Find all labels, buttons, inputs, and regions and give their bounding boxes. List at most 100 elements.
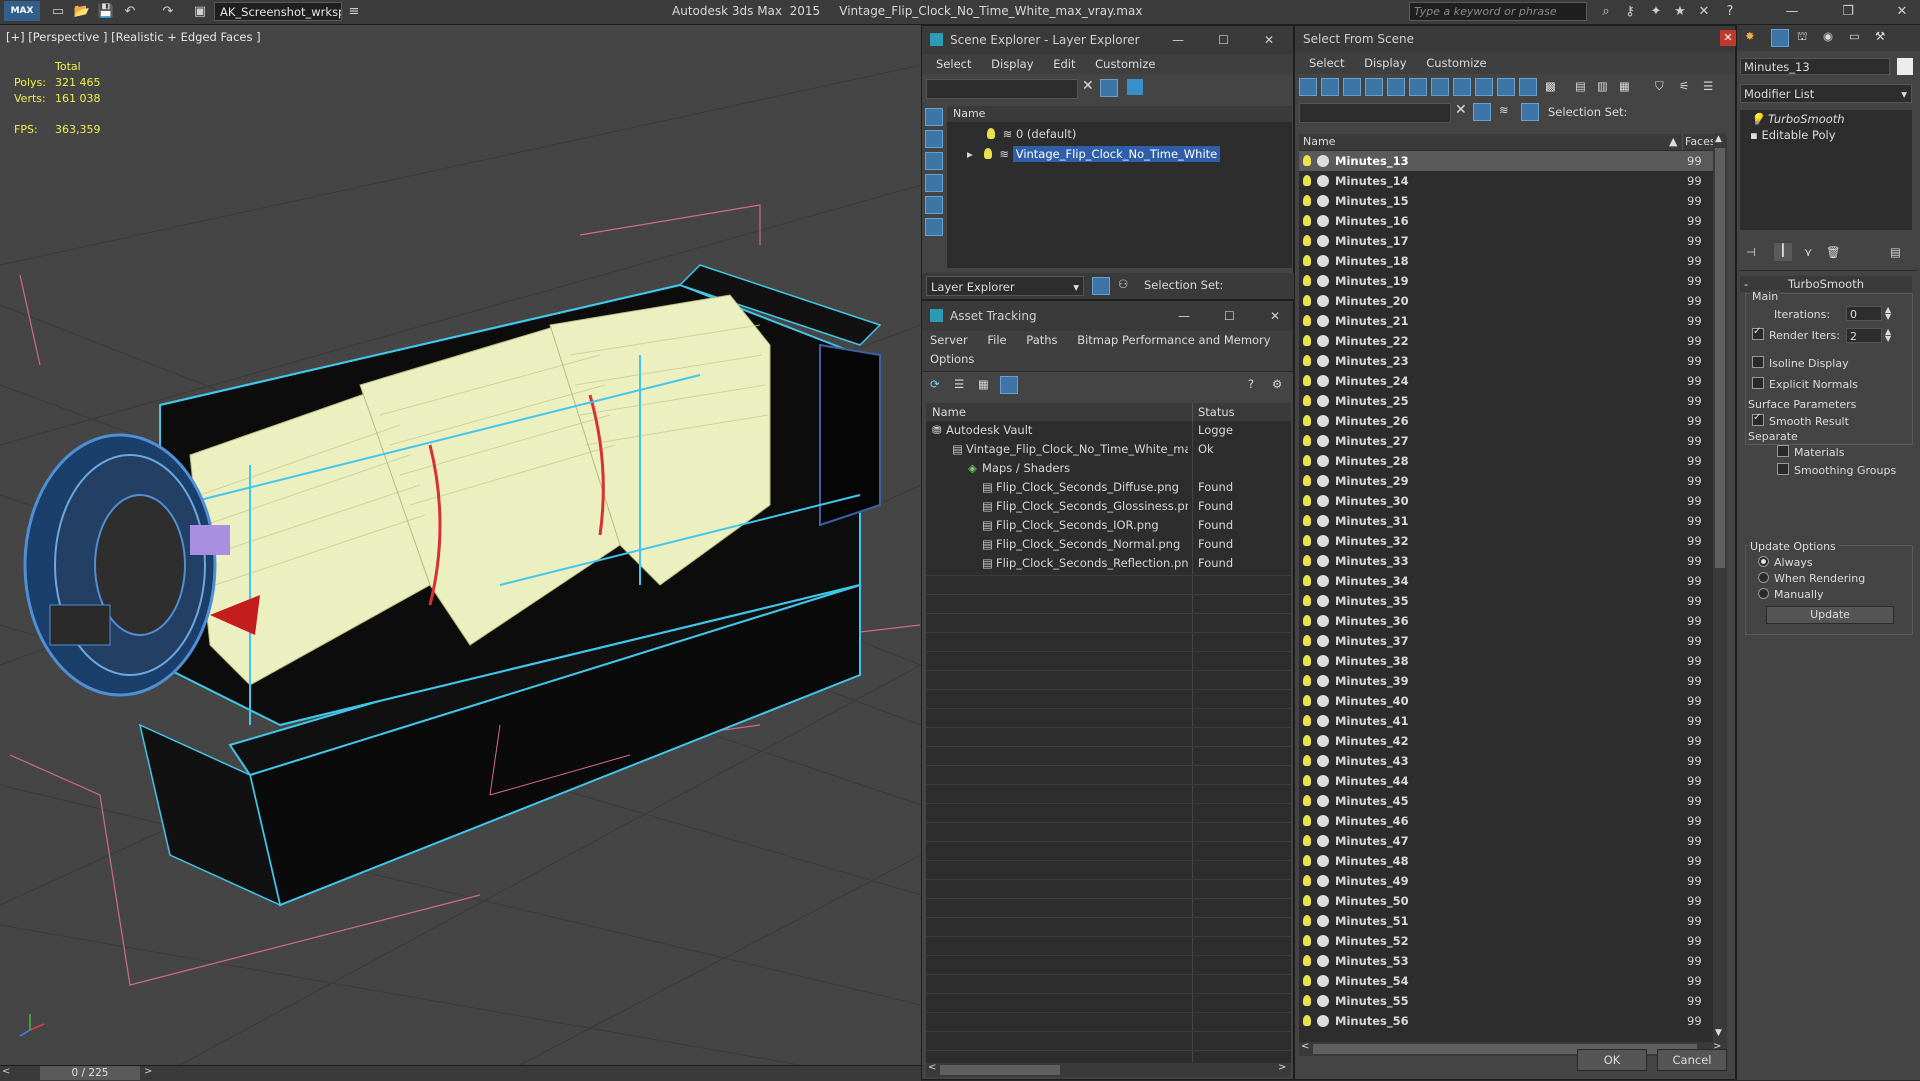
object-row[interactable]: Minutes_22 99 (1299, 331, 1713, 351)
object-row[interactable]: Minutes_29 99 (1299, 471, 1713, 491)
hierarchy-tab-icon[interactable]: ⛫ (1797, 29, 1808, 45)
lightbulb-icon[interactable] (1303, 555, 1311, 566)
object-row[interactable]: Minutes_20 99 (1299, 291, 1713, 311)
display-lights-icon[interactable] (925, 152, 943, 170)
lightbulb-icon[interactable] (1303, 835, 1311, 846)
lightbulb-icon[interactable] (1303, 155, 1311, 166)
display-groups-icon[interactable] (1431, 78, 1449, 96)
isoline-display-checkbox[interactable] (1752, 356, 1764, 368)
display-cameras-icon[interactable] (925, 174, 943, 192)
materials-row[interactable]: Materials (1777, 445, 1844, 459)
object-row[interactable]: Minutes_14 99 (1299, 171, 1713, 191)
display-spacewarps-icon[interactable] (925, 218, 943, 236)
lightbulb-icon[interactable] (1303, 435, 1311, 446)
column-header-faces[interactable]: Faces (1685, 135, 1713, 148)
clear-search-icon[interactable]: ✕ (1455, 102, 1467, 118)
asset-row[interactable]: ▤ Flip_Clock_Seconds_Glossiness.png Found (926, 497, 1291, 516)
lightbulb-icon[interactable] (1303, 675, 1311, 686)
lightbulb-icon[interactable] (1303, 255, 1311, 266)
scroll-down-icon[interactable]: ▼ (1715, 1028, 1722, 1038)
refresh-icon[interactable]: ⟳ (930, 377, 940, 391)
layer-visibility-icon[interactable] (983, 148, 992, 159)
help-icon[interactable]: ? (1720, 2, 1740, 22)
project-folder-icon[interactable]: ▣ (190, 2, 210, 22)
object-row[interactable]: Minutes_36 99 (1299, 611, 1713, 631)
modifier-list-dropdown[interactable]: Modifier List ▾ (1740, 84, 1912, 103)
configure-modifier-sets-icon[interactable]: ▤ (1890, 245, 1901, 259)
render-iters-spinner-arrows-icon[interactable]: ▲ ▼ (1885, 328, 1891, 343)
display-lights-icon[interactable] (1343, 78, 1361, 96)
menu-display[interactable]: Display (1364, 56, 1406, 70)
open-file-icon[interactable]: 📂 (72, 2, 92, 22)
lightbulb-icon[interactable]: 💡 (1750, 112, 1764, 126)
perspective-viewport[interactable]: [+] [Perspective ] [Realistic + Edged Fa… (0, 25, 921, 1065)
minimize-icon[interactable]: — (1782, 2, 1802, 22)
menu-edit[interactable]: Edit (1053, 57, 1075, 71)
explicit-normals-row[interactable]: Explicit Normals (1752, 377, 1858, 391)
collapse-icon[interactable]: - (1744, 276, 1748, 292)
new-file-icon[interactable]: ▭ (48, 2, 68, 22)
when-rendering-radio[interactable] (1758, 572, 1769, 583)
manually-radio[interactable] (1758, 588, 1769, 599)
settings-icon[interactable]: ⚙ (1272, 377, 1282, 391)
object-row[interactable]: Minutes_35 99 (1299, 591, 1713, 611)
lightbulb-icon[interactable] (1303, 955, 1311, 966)
asset-row[interactable]: ◈ Maps / Shaders (926, 459, 1291, 478)
menu-select[interactable]: Select (936, 57, 971, 71)
layer-row-default[interactable]: ≋ 0 (default) (947, 124, 1332, 144)
lightbulb-icon[interactable] (1303, 375, 1311, 386)
object-row[interactable]: Minutes_40 99 (1299, 691, 1713, 711)
lightbulb-icon[interactable] (1303, 655, 1311, 666)
maximize-icon[interactable]: ☐ (1224, 301, 1235, 331)
menu-paths[interactable]: Paths (1026, 333, 1057, 347)
select-search-input[interactable] (1299, 103, 1451, 123)
lightbulb-icon[interactable] (1303, 935, 1311, 946)
column-header-name[interactable]: Name (932, 405, 966, 419)
object-row[interactable]: Minutes_24 99 (1299, 371, 1713, 391)
hierarchy-icon[interactable] (1521, 103, 1539, 121)
lightbulb-icon[interactable] (1303, 775, 1311, 786)
select-from-scene-titlebar[interactable]: Select From Scene ✕ (1295, 26, 1736, 52)
time-prev-icon[interactable]: < (2, 1066, 12, 1080)
scrollbar-thumb[interactable] (1715, 148, 1725, 568)
lightbulb-icon[interactable] (1303, 1015, 1311, 1026)
object-row[interactable]: Minutes_13 99 (1299, 151, 1713, 171)
thumbnail-view-icon[interactable]: ▦ (978, 377, 989, 391)
select-none-icon[interactable]: ▥ (1597, 79, 1608, 93)
cancel-button[interactable]: Cancel (1657, 1049, 1727, 1071)
remove-modifier-icon[interactable]: 🗑 (1826, 245, 1841, 259)
object-row[interactable]: Minutes_15 99 (1299, 191, 1713, 211)
scene-explorer-titlebar[interactable]: Scene Explorer - Layer Explorer — ☐ ✕ (922, 26, 1293, 54)
object-row[interactable]: Minutes_48 99 (1299, 851, 1713, 871)
object-color-swatch[interactable] (1897, 58, 1913, 75)
always-row[interactable]: Always (1758, 556, 1813, 569)
menu-file[interactable]: File (987, 333, 1006, 347)
lightbulb-icon[interactable] (1303, 855, 1311, 866)
max-logo-icon[interactable]: MAX (4, 1, 40, 21)
lightbulb-icon[interactable] (1303, 335, 1311, 346)
scene-explorer-search-input[interactable] (926, 79, 1078, 99)
lightbulb-icon[interactable] (1303, 495, 1311, 506)
scroll-left-icon[interactable]: < (1301, 1041, 1309, 1052)
ok-button[interactable]: OK (1577, 1049, 1647, 1071)
object-row[interactable]: Minutes_38 99 (1299, 651, 1713, 671)
display-xrefs-icon[interactable] (1453, 78, 1471, 96)
object-row[interactable]: Minutes_45 99 (1299, 791, 1713, 811)
object-row[interactable]: Minutes_46 99 (1299, 811, 1713, 831)
lightbulb-icon[interactable] (1303, 755, 1311, 766)
display-shapes-icon[interactable] (1321, 78, 1339, 96)
time-slider-thumb[interactable]: 0 / 225 (40, 1066, 140, 1080)
object-row[interactable]: Minutes_16 99 (1299, 211, 1713, 231)
column-header-name[interactable]: Name (947, 106, 1292, 122)
help-icon[interactable]: ? (1248, 377, 1254, 391)
undo-icon[interactable]: ↶ (120, 2, 140, 22)
lightbulb-icon[interactable] (1303, 895, 1311, 906)
redo-icon[interactable]: ↷ (158, 2, 178, 22)
always-radio[interactable] (1758, 556, 1769, 567)
object-row[interactable]: Minutes_37 99 (1299, 631, 1713, 651)
workspace-dropdown[interactable]: AK_Screenshot_wrksp ▾ (214, 2, 342, 21)
vertical-scrollbar[interactable]: ▲ ▼ (1713, 134, 1727, 1042)
smooth-result-row[interactable]: Smooth Result (1752, 412, 1849, 428)
object-row[interactable]: Minutes_50 99 (1299, 891, 1713, 911)
isoline-display-row[interactable]: Isoline Display (1752, 356, 1849, 370)
